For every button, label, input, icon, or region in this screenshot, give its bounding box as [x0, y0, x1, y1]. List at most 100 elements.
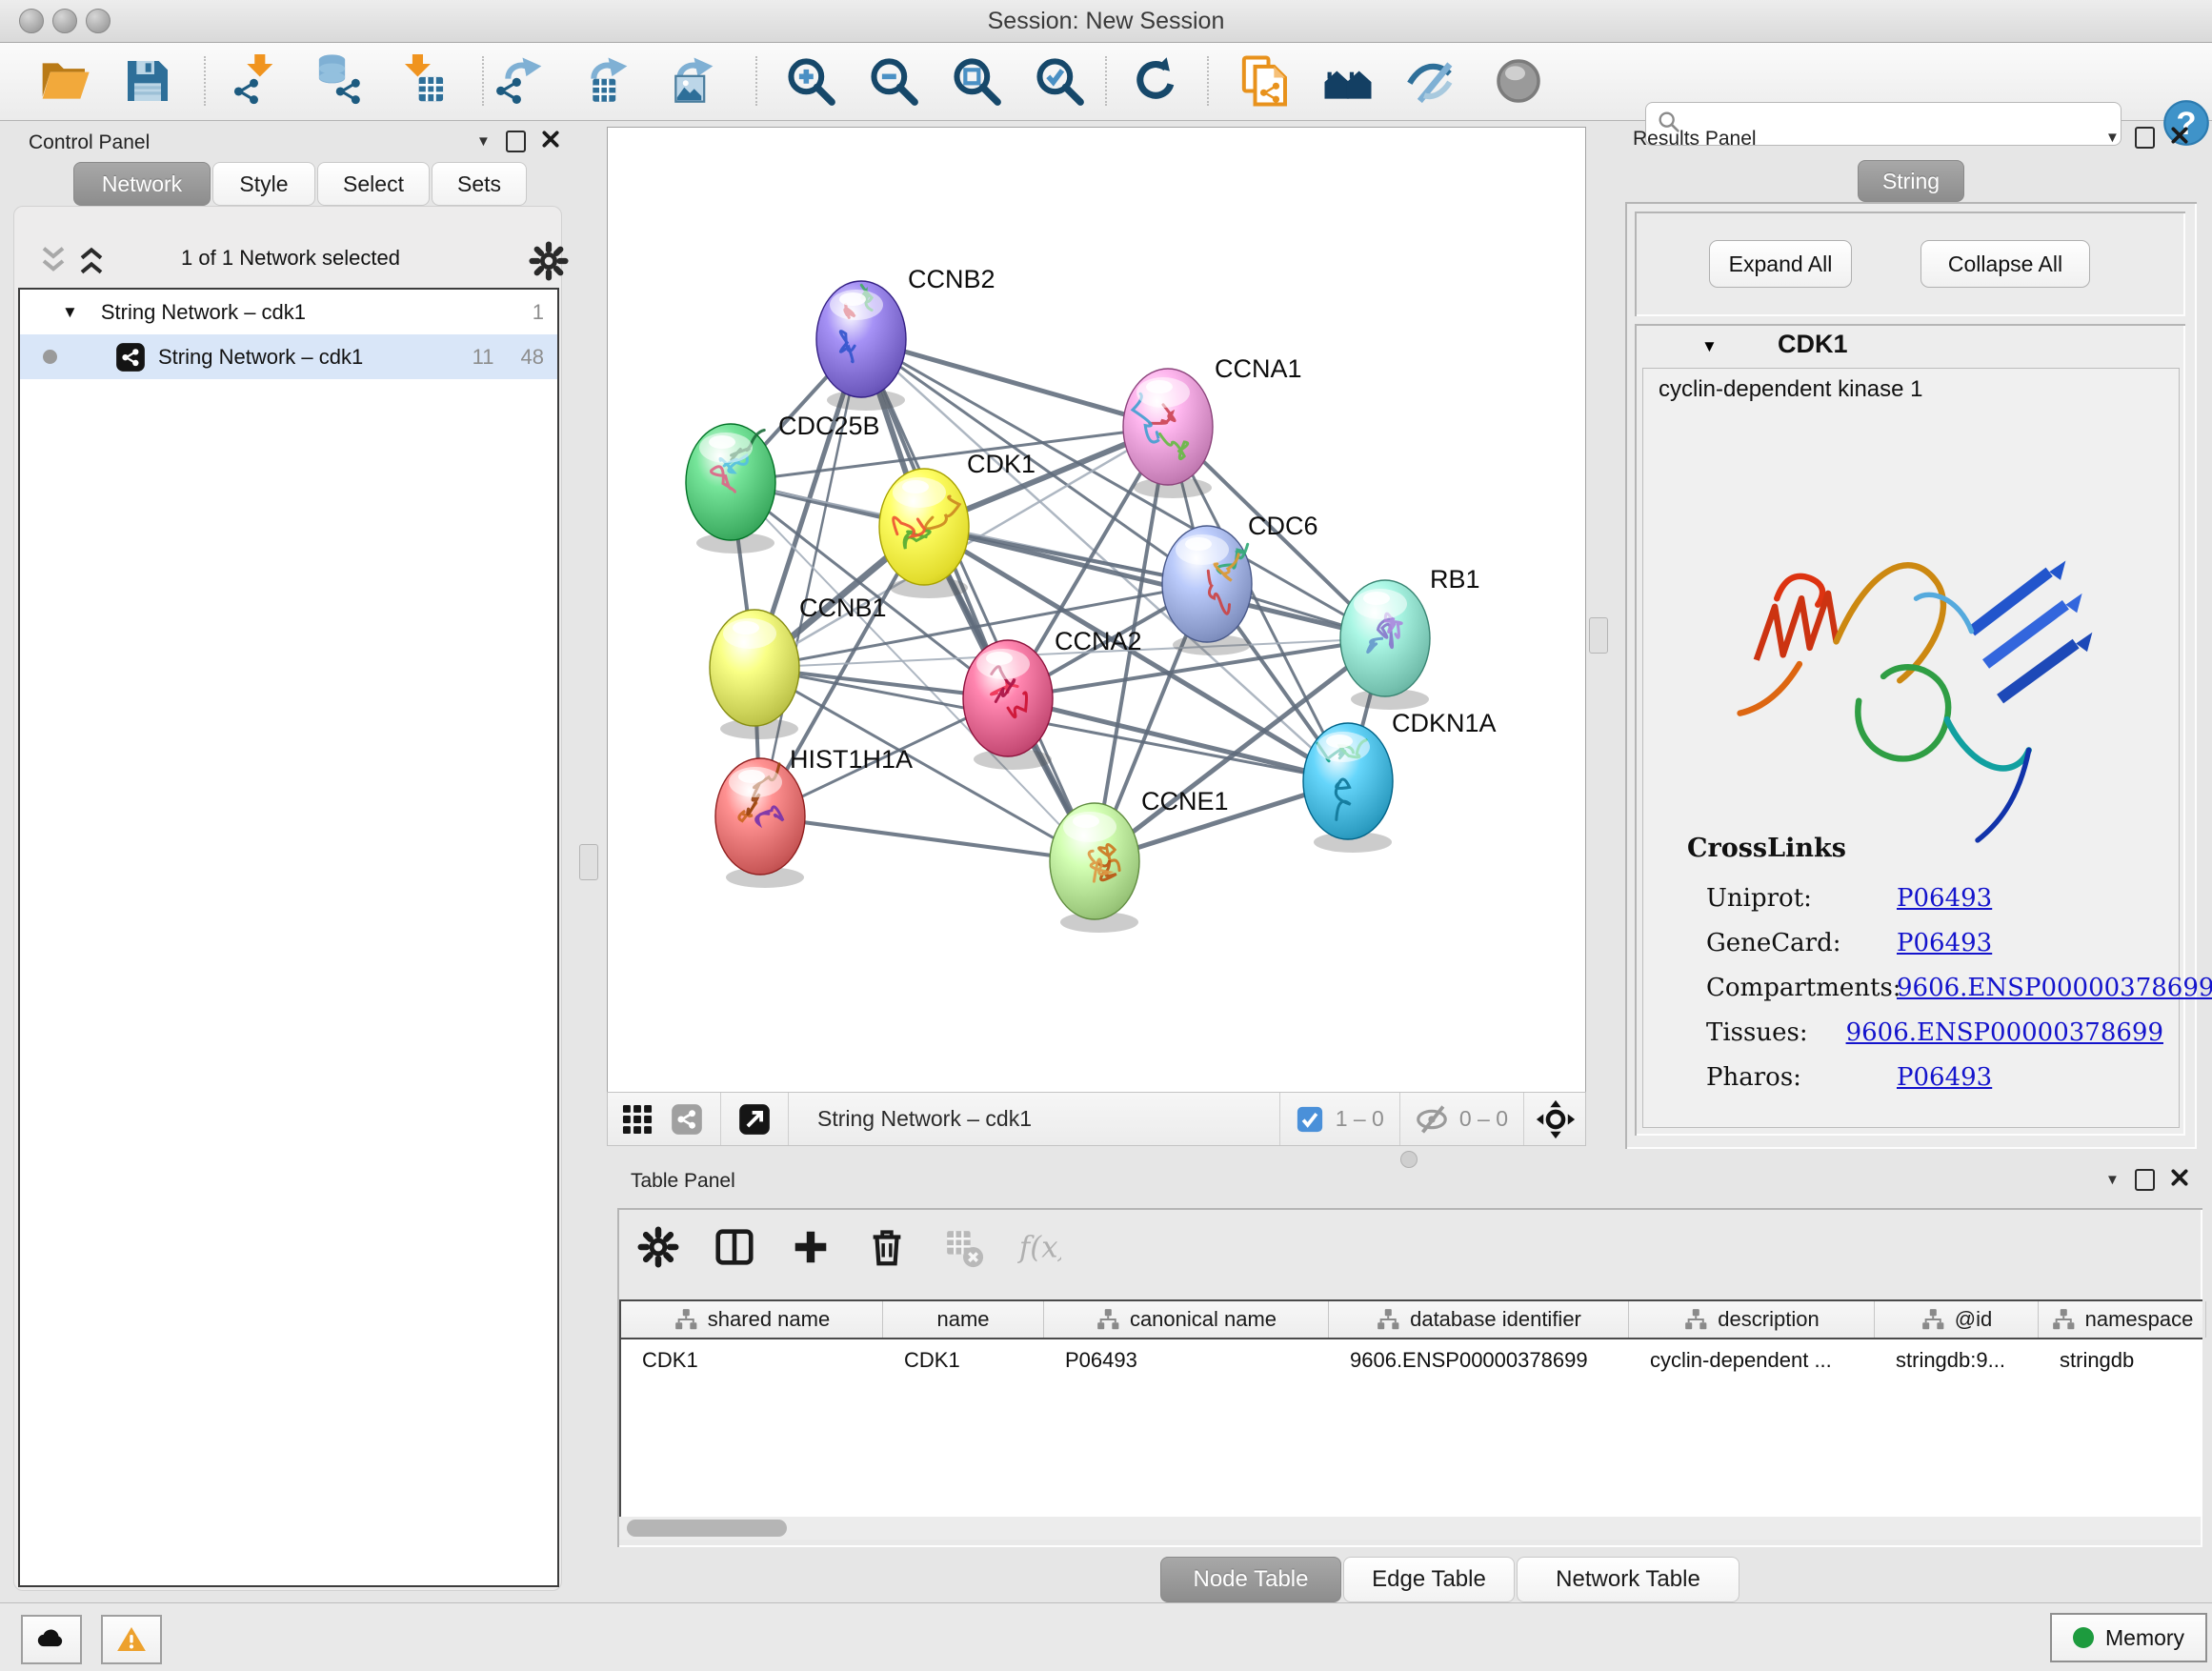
column-header-name[interactable]: name — [883, 1301, 1044, 1338]
tab-network-table[interactable]: Network Table — [1517, 1557, 1739, 1602]
table-settings-button[interactable] — [634, 1223, 682, 1271]
split-view-button[interactable] — [711, 1223, 758, 1271]
network-graph[interactable]: CCNB2CCNA1CDC25BCDK1CDC6RB1CCNB1CCNA2CDK… — [608, 128, 1585, 1092]
network-edge[interactable] — [861, 339, 1168, 427]
tab-sets[interactable]: Sets — [432, 162, 527, 206]
fit-selected-crosshair-icon[interactable] — [1536, 1099, 1576, 1139]
network-node-CDKN1A[interactable] — [1303, 723, 1393, 839]
collapse-all-button[interactable]: Collapse All — [1920, 240, 2090, 288]
crosslink-value-link[interactable]: 9606.ENSP00000378699 — [1897, 974, 2212, 1002]
show-all-icon — [1492, 96, 1545, 111]
column-header-database-identifier[interactable]: database identifier — [1329, 1301, 1629, 1338]
network-node-CCNE1[interactable] — [1050, 803, 1139, 919]
network-tree-root-row[interactable]: ▼ String Network – cdk1 1 — [20, 290, 557, 334]
delete-table-button[interactable] — [939, 1223, 987, 1271]
results-panel-float-icon[interactable] — [2135, 127, 2155, 149]
tab-select[interactable]: Select — [317, 162, 430, 206]
results-panel-collapse-icon[interactable]: ▼ — [2105, 130, 2120, 146]
control-panel-close-icon[interactable] — [541, 130, 560, 153]
crosslink-value-link[interactable]: P06493 — [1897, 1063, 1992, 1092]
grid-view-icon[interactable] — [619, 1101, 655, 1137]
clone-network-button[interactable] — [1237, 53, 1293, 109]
tab-style[interactable]: Style — [212, 162, 315, 206]
network-tree-selected-row[interactable]: String Network – cdk1 11 48 — [20, 334, 557, 379]
zoom-out-button[interactable] — [866, 53, 921, 109]
scrollbar-thumb[interactable] — [627, 1520, 787, 1537]
network-node-HIST1H1A[interactable] — [715, 758, 805, 875]
home-button[interactable] — [1320, 53, 1376, 109]
table-panel-float-icon[interactable] — [2135, 1169, 2155, 1191]
tab-edge-table[interactable]: Edge Table — [1343, 1557, 1515, 1602]
table-panel-close-icon[interactable] — [2170, 1168, 2189, 1192]
network-node-CCNA1[interactable] — [1123, 369, 1213, 485]
crosslink-value-link[interactable]: 9606.ENSP00000378699 — [1846, 1018, 2163, 1047]
import-network-database-button[interactable] — [312, 53, 368, 109]
crosslink-value-link[interactable]: P06493 — [1897, 929, 1992, 957]
control-panel-float-icon[interactable] — [506, 131, 526, 152]
table-panel-collapse-icon[interactable]: ▼ — [2105, 1172, 2120, 1188]
node-label-CCNA2: CCNA2 — [1055, 627, 1142, 655]
network-node-CCNB1[interactable] — [710, 610, 799, 726]
refresh-button[interactable] — [1128, 53, 1183, 109]
column-header-shared-name[interactable]: shared name — [621, 1301, 883, 1338]
left-splitter-handle[interactable] — [579, 844, 598, 880]
delete-column-button[interactable] — [863, 1223, 911, 1271]
network-selection-status: 1 of 1 Network selected — [114, 246, 467, 271]
warning-button[interactable] — [101, 1615, 162, 1664]
zoom-in-button[interactable] — [783, 53, 838, 109]
import-network-database-icon — [313, 96, 367, 111]
tree-expander-icon[interactable]: ▼ — [62, 303, 78, 322]
export-table-button[interactable] — [577, 53, 633, 109]
network-edge[interactable] — [861, 339, 1095, 861]
table-rows: CDK1CDK1P064939606.ENSP00000378699cyclin… — [621, 1339, 2202, 1381]
zoom-selected-button[interactable] — [1032, 53, 1087, 109]
horizontal-scrollbar[interactable] — [619, 1517, 2201, 1540]
open-session-button[interactable] — [37, 53, 92, 109]
network-edge[interactable] — [924, 527, 1385, 638]
control-panel-collapse-icon[interactable]: ▼ — [476, 133, 491, 150]
selected-checkbox-icon[interactable] — [1296, 1105, 1324, 1134]
hide-selected-button[interactable] — [1403, 53, 1458, 109]
column-header--id[interactable]: @id — [1875, 1301, 2039, 1338]
expand-all-networks-icon[interactable] — [72, 242, 114, 280]
tab-string[interactable]: String — [1858, 160, 1964, 202]
memory-button[interactable]: Memory — [2050, 1613, 2207, 1662]
expand-all-button[interactable]: Expand All — [1709, 240, 1852, 288]
toolbar-separator — [1207, 56, 1209, 106]
crosslink-row: Pharos: P06493 — [1706, 1055, 2163, 1099]
crosslink-value-link[interactable]: P06493 — [1897, 884, 1992, 913]
table-row[interactable]: CDK1CDK1P064939606.ENSP00000378699cyclin… — [621, 1339, 2202, 1381]
import-network-file-button[interactable] — [230, 53, 285, 109]
network-view-share-icon[interactable] — [669, 1101, 705, 1137]
column-header-description[interactable]: description — [1629, 1301, 1875, 1338]
hidden-eye-icon[interactable] — [1414, 1101, 1450, 1137]
tab-node-table[interactable]: Node Table — [1160, 1557, 1341, 1602]
network-node-RB1[interactable] — [1340, 580, 1430, 696]
column-header-canonical-name[interactable]: canonical name — [1044, 1301, 1329, 1338]
network-node-CCNA2[interactable] — [963, 640, 1053, 756]
collapse-all-networks-icon[interactable] — [34, 242, 76, 280]
fx-button[interactable]: f(x) — [1016, 1223, 1063, 1271]
add-column-button[interactable] — [787, 1223, 835, 1271]
entry-expander-icon[interactable]: ▼ — [1701, 337, 1718, 356]
save-session-button[interactable] — [120, 53, 175, 109]
results-panel-close-icon[interactable] — [2170, 126, 2189, 150]
right-splitter-handle[interactable] — [1589, 617, 1608, 654]
results-buttons-box: Expand All Collapse All — [1635, 211, 2185, 316]
network-node-CCNB2[interactable] — [816, 281, 906, 397]
tab-network[interactable]: Network — [73, 162, 211, 206]
zoom-fit-button[interactable] — [949, 53, 1004, 109]
network-canvas[interactable]: CCNB2CCNA1CDC25BCDK1CDC6RB1CCNB1CCNA2CDK… — [607, 127, 1586, 1093]
network-node-CDC25B[interactable] — [686, 424, 775, 540]
export-image-button[interactable] — [663, 53, 718, 109]
network-node-CDC6[interactable] — [1162, 526, 1252, 642]
show-all-button[interactable] — [1491, 53, 1546, 109]
network-node-CDK1[interactable] — [879, 469, 969, 585]
network-options-gear-icon[interactable] — [528, 240, 570, 282]
import-table-button[interactable] — [396, 53, 452, 109]
network-edge[interactable] — [760, 816, 1095, 861]
open-in-new-window-icon[interactable] — [736, 1101, 773, 1137]
export-network-button[interactable] — [492, 53, 547, 109]
cloud-button[interactable] — [21, 1615, 82, 1664]
column-header-namespace[interactable]: namespace — [2039, 1301, 2206, 1338]
